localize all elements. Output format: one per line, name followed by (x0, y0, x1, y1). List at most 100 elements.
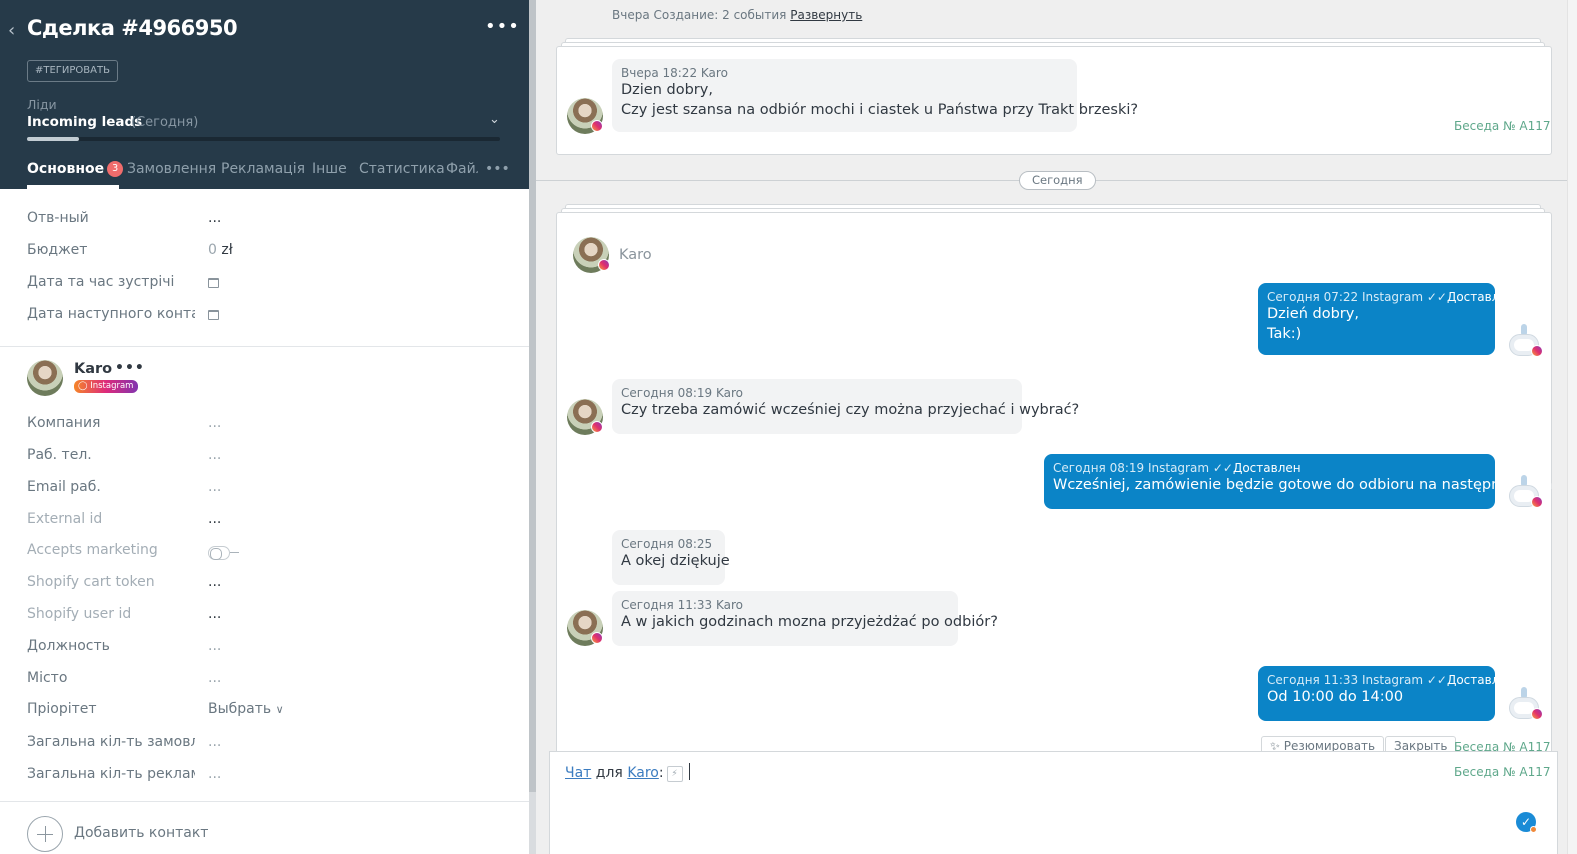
contact-field-external-id[interactable]: External id ... (27, 511, 507, 533)
field-value[interactable]: ... (208, 670, 221, 686)
field-responsible[interactable]: Отв-ный ... (27, 210, 507, 232)
field-label: Загальна кіл-ть рекламацій (27, 766, 195, 782)
field-value[interactable]: ... (208, 766, 221, 782)
message-text-line: Wcześniej, zamówienie będzie gotowe do o… (1053, 477, 1553, 493)
field-label: External id (27, 511, 103, 527)
message-text-line: Tak:) (1267, 326, 1302, 342)
contact-field-city[interactable]: Місто ... (27, 670, 507, 692)
contact-field-shopify-user-id[interactable]: Shopify user id ... (27, 606, 507, 628)
tab-other[interactable]: Інше (312, 161, 347, 177)
field-label: Отв-ный (27, 210, 89, 226)
text-cursor (688, 763, 690, 780)
tab-main[interactable]: Основное 3 (27, 161, 124, 177)
chat-type-link[interactable]: Чат (565, 765, 591, 781)
field-value[interactable]: ... (208, 638, 221, 654)
deal-header: ‹ Сделка #4966950 ••• #ТЕГИРОВАТЬ Ліди I… (0, 0, 529, 189)
chevron-left-icon[interactable]: ‹ (8, 22, 15, 40)
budget-value[interactable]: 0 zł (208, 242, 233, 258)
field-value[interactable]: ... (208, 734, 221, 750)
tab-complaints[interactable]: Рекламація (221, 161, 305, 177)
lightning-icon[interactable]: ⚡︎ (666, 766, 683, 782)
incoming-message-bubble: Сегодня 08:19 Karo Czy trzeba zamówić wc… (612, 379, 1080, 434)
instagram-icon (1531, 708, 1543, 720)
left-scrollbar-thumb[interactable] (529, 0, 536, 792)
contact-field-total-complaints[interactable]: Загальна кіл-ть рекламацій ... (27, 766, 507, 788)
calendar-icon[interactable] (208, 274, 219, 292)
pipeline-progress-fill (27, 137, 80, 141)
contact-field-total-orders[interactable]: Загальна кіл-ть замовлень ... (27, 734, 507, 756)
tab-statistics[interactable]: Статистика (359, 161, 445, 177)
field-label: Раб. тел. (27, 447, 92, 463)
contact-field-shopify-cart-token[interactable]: Shopify cart token ... (27, 574, 507, 596)
chevron-down-icon[interactable]: ⌄ (489, 112, 500, 127)
deal-title[interactable]: Сделка #4966950 (27, 16, 238, 40)
contact-field-work-email[interactable]: Email раб. ... (27, 479, 507, 501)
active-tab-indicator (27, 185, 119, 189)
instagram-icon (591, 421, 603, 433)
field-label: Компания (27, 415, 101, 431)
contact-field-company[interactable]: Компания ... (27, 415, 507, 437)
message-text-line: Dzień dobry, (1267, 306, 1359, 322)
field-value[interactable]: ... (208, 511, 221, 527)
contact-more-icon[interactable]: ••• (115, 360, 145, 376)
tab-files[interactable]: Файл (446, 161, 478, 177)
field-value[interactable]: ... (208, 479, 221, 495)
add-contact-plus-icon[interactable] (27, 816, 63, 852)
contact-avatar[interactable] (27, 360, 63, 396)
message-text-line: A okej dziękuje (621, 553, 730, 569)
double-check-icon: ✓✓ (1426, 290, 1447, 304)
message-meta: Сегодня 07:22 Instagram ✓✓Доставлен (1267, 290, 1515, 304)
double-check-icon: ✓✓ (1212, 461, 1233, 475)
deal-tabs: Основное 3 Замовлення Рекламація Інше Ста… (27, 161, 510, 189)
add-contact-button[interactable]: Добавить контакт (74, 825, 208, 841)
divider (0, 346, 529, 347)
field-value[interactable]: ... (208, 574, 221, 590)
field-label: Пріорітет (27, 701, 97, 717)
field-budget[interactable]: Бюджет 0 zł (27, 242, 507, 264)
field-value[interactable]: ... (208, 606, 221, 622)
field-meeting-datetime[interactable]: Дата та час зустрічі (27, 274, 507, 296)
tab-badge: 3 (107, 161, 124, 177)
field-next-contact-date[interactable]: Дата наступного контакту (27, 306, 507, 328)
accepts-marketing-toggle[interactable] (208, 542, 239, 564)
instagram-icon (598, 259, 610, 271)
message-composer[interactable] (549, 751, 1558, 854)
recipient-link[interactable]: Karo (627, 765, 659, 781)
contact-field-position[interactable]: Должность ... (27, 638, 507, 660)
instagram-icon (591, 632, 603, 644)
more-options-icon[interactable]: ••• (485, 16, 520, 37)
contact-name[interactable]: Karo (74, 361, 112, 377)
instagram-icon (1531, 345, 1543, 357)
right-scrollbar-track[interactable] (1567, 0, 1577, 854)
more-tabs-icon[interactable]: ••• (485, 161, 510, 177)
conversation-link[interactable]: Беседа № A117 (1454, 765, 1550, 779)
incoming-message-bubble: Сегодня 11:33 Karo A w jakich godzinach … (612, 591, 998, 646)
tab-orders[interactable]: Замовлення (127, 161, 216, 177)
chat-contact-name[interactable]: Karo (619, 247, 652, 263)
message-text-line: Czy jest szansa na odbiór mochi i ciaste… (621, 102, 1139, 118)
priority-select[interactable]: Выбрать ∨ (208, 701, 284, 717)
calendar-icon[interactable] (208, 306, 219, 324)
field-label: Email раб. (27, 479, 101, 495)
field-label: Місто (27, 670, 68, 686)
message-meta: Сегодня 11:33 Instagram ✓✓Доставлен (1267, 673, 1515, 687)
instagram-icon (1531, 496, 1543, 508)
field-value[interactable]: ... (208, 447, 221, 463)
pipeline-stage[interactable]: Incoming leads (27, 114, 142, 130)
incoming-message-bubble: Вчера 18:22 Karo Dzien dobry, Czy jest s… (612, 59, 1139, 132)
tag-button[interactable]: #ТЕГИРОВАТЬ (27, 60, 118, 82)
conversation-link[interactable]: Беседа № A117 (1454, 119, 1550, 133)
field-label: Должность (27, 638, 110, 654)
message-text-line: Dzien dobry, (621, 82, 713, 98)
field-value[interactable]: ... (208, 415, 221, 431)
contact-field-work-phone[interactable]: Раб. тел. ... (27, 447, 507, 469)
field-value[interactable]: ... (208, 210, 221, 226)
contact-field-accepts-marketing[interactable]: Accepts marketing (27, 542, 507, 564)
field-label: Бюджет (27, 242, 88, 258)
field-label: Дата наступного контакту (27, 306, 195, 322)
contact-field-priority[interactable]: Пріорітет Выбрать ∨ (27, 701, 507, 723)
deal-card-panel: ‹ Сделка #4966950 ••• #ТЕГИРОВАТЬ Ліди I… (0, 0, 529, 854)
outgoing-message-bubble: Сегодня 07:22 Instagram ✓✓Доставлен Dzie… (1258, 283, 1515, 355)
message-text-line: Czy trzeba zamówić wcześniej czy można p… (621, 402, 1080, 418)
expand-history-link[interactable]: Развернуть (790, 8, 862, 22)
